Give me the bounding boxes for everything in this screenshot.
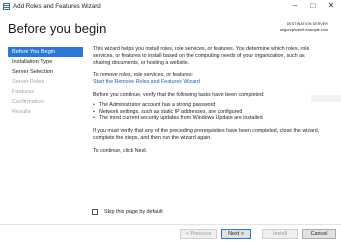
remove-wizard-link[interactable]: Start the Remove Roles and Features Wiza… bbox=[93, 79, 200, 85]
scroll-region-hint bbox=[311, 95, 341, 102]
wizard-content: This wizard helps you install roles, rol… bbox=[93, 46, 323, 155]
destination-server-value: segunqvicesrlt.example.com bbox=[280, 28, 328, 32]
list-item: The Administrator account has a strong p… bbox=[93, 102, 323, 109]
sidebar-item-server-roles: Server Roles bbox=[12, 79, 45, 85]
skip-page-row: Skip this page by default bbox=[92, 209, 163, 215]
sidebar-item-before-you-begin[interactable]: Before You Begin bbox=[8, 47, 83, 57]
remove-prompt: To remove roles, role services, or featu… bbox=[93, 72, 194, 79]
sidebar-item-confirmation: Confirmation bbox=[12, 99, 44, 105]
skip-page-checkbox[interactable] bbox=[92, 209, 98, 215]
install-button[interactable]: Install bbox=[262, 229, 298, 239]
previous-button[interactable]: < Previous bbox=[180, 229, 217, 239]
intro-text: This wizard helps you install roles, rol… bbox=[93, 46, 310, 66]
page-title: Before you begin bbox=[8, 21, 107, 36]
close-button[interactable]: ✕ bbox=[322, 0, 340, 12]
list-item: Network settings, such as static IP addr… bbox=[93, 109, 323, 116]
title-bar: Add Roles and Features Wizard – □ ✕ bbox=[0, 0, 341, 14]
sidebar-item-installation-type[interactable]: Installation Type bbox=[8, 57, 83, 67]
prereq-note: If you must verify that any of the prece… bbox=[93, 128, 320, 141]
skip-page-label[interactable]: Skip this page by default bbox=[104, 209, 163, 215]
footer-divider bbox=[0, 224, 341, 225]
maximize-button[interactable]: □ bbox=[304, 0, 322, 12]
cancel-button[interactable]: Cancel bbox=[302, 229, 336, 239]
destination-server-label: DESTINATION SERVER bbox=[286, 22, 328, 26]
sidebar-item-results: Results bbox=[12, 109, 31, 115]
wizard-steps-sidebar: Before You Begin Installation Type Serve… bbox=[8, 47, 83, 117]
window-title: Add Roles and Features Wizard bbox=[13, 3, 101, 10]
prerequisite-list: The Administrator account has a strong p… bbox=[93, 102, 323, 122]
next-button[interactable]: Next > bbox=[221, 229, 251, 239]
sidebar-item-features: Features bbox=[12, 89, 35, 95]
sidebar-item-server-selection[interactable]: Server Selection bbox=[8, 67, 83, 77]
minimize-button[interactable]: – bbox=[286, 0, 304, 12]
list-item: The most current security updates from W… bbox=[93, 115, 323, 122]
server-manager-icon bbox=[3, 3, 10, 10]
continue-note: To continue, click Next. bbox=[93, 147, 148, 154]
verify-intro: Before you continue, verify that the fol… bbox=[93, 91, 265, 98]
